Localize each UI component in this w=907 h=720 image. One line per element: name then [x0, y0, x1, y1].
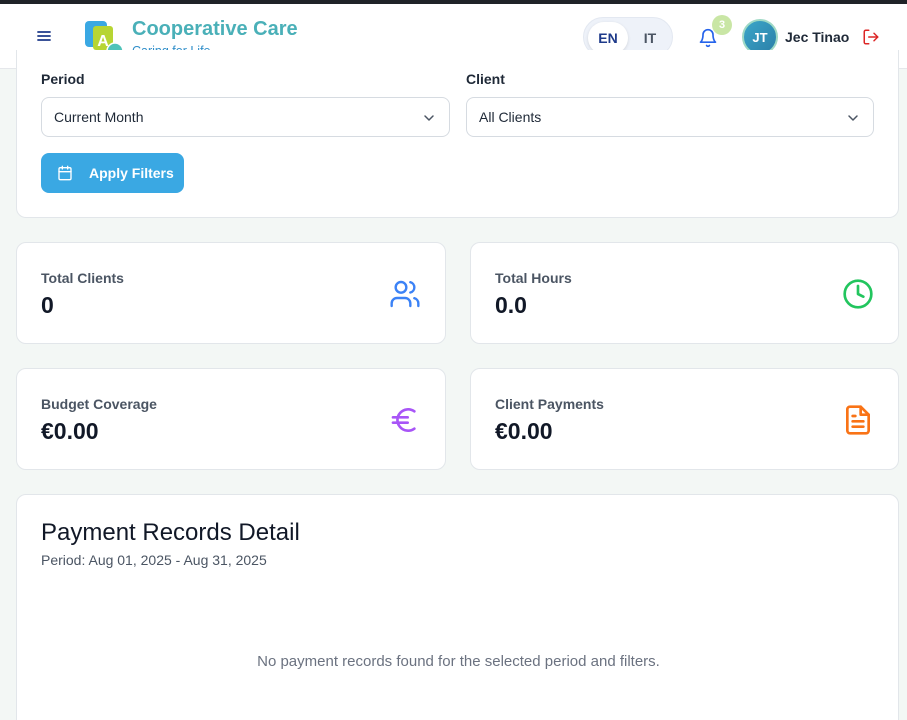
period-select[interactable]: Current Month — [41, 97, 450, 137]
client-label: Client — [466, 71, 505, 87]
brand-name: Cooperative Care — [132, 18, 298, 40]
section-title: Payment Records Detail — [41, 519, 300, 546]
document-icon — [846, 405, 870, 435]
empty-state-message: No payment records found for the selecte… — [257, 653, 660, 670]
client-select-value: All Clients — [479, 109, 542, 125]
notification-badge: 3 — [712, 15, 732, 35]
records-period: Period: Aug 01, 2025 - Aug 31, 2025 — [41, 552, 267, 568]
logout-icon[interactable] — [862, 28, 880, 46]
stat-value: 0.0 — [495, 292, 527, 318]
stat-title: Total Hours — [495, 270, 572, 286]
menu-icon[interactable] — [34, 26, 54, 46]
clock-icon — [843, 279, 873, 309]
user-name[interactable]: Jec Tinao — [785, 29, 849, 45]
stat-value: 0 — [41, 292, 54, 318]
euro-icon — [391, 408, 416, 432]
stat-card-client-payments: Client Payments €0.00 — [470, 368, 899, 470]
calendar-icon — [58, 165, 72, 181]
client-select[interactable]: All Clients — [466, 97, 874, 137]
period-label: Period — [41, 71, 85, 87]
apply-filters-label: Apply Filters — [89, 165, 174, 181]
stat-value: €0.00 — [41, 418, 99, 444]
chevron-down-icon — [848, 115, 858, 121]
period-select-value: Current Month — [54, 109, 144, 125]
users-icon — [390, 280, 420, 308]
payment-records-card: Payment Records Detail Period: Aug 01, 2… — [16, 494, 899, 720]
stat-card-budget-coverage: Budget Coverage €0.00 — [16, 368, 446, 470]
stat-value: €0.00 — [495, 418, 553, 444]
chevron-down-icon — [424, 115, 434, 121]
stat-title: Budget Coverage — [41, 396, 157, 412]
stat-title: Client Payments — [495, 396, 604, 412]
stat-title: Total Clients — [41, 270, 124, 286]
stat-card-total-hours: Total Hours 0.0 — [470, 242, 899, 344]
stat-card-total-clients: Total Clients 0 — [16, 242, 446, 344]
apply-filters-button[interactable]: Apply Filters — [41, 153, 184, 193]
